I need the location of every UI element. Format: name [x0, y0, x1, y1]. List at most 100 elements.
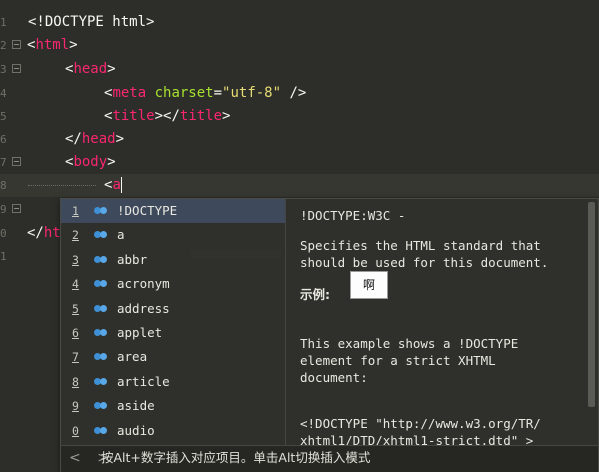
code-string: "utf-8" [222, 85, 282, 101]
autocomplete-item[interactable]: 2a [61, 223, 285, 247]
doc-scrollbar[interactable] [586, 199, 597, 445]
item-label: abbr [117, 251, 148, 267]
item-shortcut-number: 0 [72, 423, 79, 438]
code-line-4[interactable]: 4 <meta charset="utf-8" /> [0, 82, 599, 105]
item-shortcut-number: 1 [72, 204, 79, 218]
code-line-6[interactable]: 6 </head> [0, 128, 599, 151]
item-shortcut-number: 6 [72, 325, 79, 340]
item-label: !DOCTYPE [117, 203, 178, 218]
fold-toggle-icon[interactable] [12, 40, 21, 49]
code-tag: body [73, 154, 108, 170]
code-tag: meta [112, 85, 147, 101]
autocomplete-item[interactable]: 6 applet [61, 321, 285, 345]
code-token: = [213, 85, 223, 101]
code-line-3[interactable]: 3 <head> [0, 58, 599, 81]
autocomplete-item[interactable]: 3 abbr [61, 248, 285, 272]
doc-example-line: <!DOCTYPE "http://www.w3.org/TR/ [300, 416, 541, 431]
code-token: > [107, 154, 116, 170]
autocomplete-item[interactable]: 5 address [61, 297, 285, 321]
code-line-2[interactable]: 2 <html> [0, 34, 599, 57]
item-shortcut-number: 3 [72, 252, 79, 267]
code-token: </ [65, 131, 82, 147]
doctype-text: <!DOCTYPE html> [28, 14, 155, 30]
autocomplete-item[interactable]: 0 audio [61, 419, 285, 443]
line-number: 1 [0, 250, 7, 263]
item-label: article [117, 373, 170, 389]
code-tag: ht [43, 225, 61, 241]
tag-icon [94, 231, 108, 239]
item-label: audio [117, 422, 155, 438]
code-token: ></ [154, 108, 180, 124]
code-tag: title [112, 108, 155, 124]
code-line-7[interactable]: 7 <body> [0, 151, 599, 174]
item-label: a [117, 227, 125, 243]
tag-icon [94, 280, 108, 288]
line-number: 5 [0, 110, 7, 123]
tag-icon [94, 304, 108, 313]
doc-example-heading: 示例: [300, 287, 330, 302]
autocomplete-popup[interactable]: 1 !DOCTYPE 2a 3 abbr 4 acronym 5 address 6 ap… [60, 198, 599, 472]
code-editor[interactable]: 1 <!DOCTYPE html> 2 <html> 3 <head> 4 <m… [0, 0, 599, 472]
line-number: 0 [0, 227, 7, 240]
code-line-1[interactable]: 1 <!DOCTYPE html> [0, 11, 599, 34]
code-tag: head [73, 61, 108, 77]
doc-title: !DOCTYPE:W3C - [300, 208, 406, 223]
code-attr: charset [146, 85, 214, 101]
code-tag: html [35, 37, 70, 53]
tag-icon [94, 426, 108, 435]
item-shortcut-number: 2 [72, 228, 79, 243]
line-number: 4 [0, 87, 7, 100]
tag-icon [94, 255, 108, 264]
code-line-8[interactable]: 8 <a [0, 174, 599, 197]
item-shortcut-number: 9 [72, 399, 79, 414]
autocomplete-item[interactable]: 4 acronym [61, 272, 285, 296]
line-number: 3 [0, 63, 7, 76]
scrollbar-thumb[interactable] [588, 202, 595, 407]
doc-description-line: should be used for this document. [300, 255, 549, 270]
text-cursor [120, 177, 122, 193]
code-token: > [107, 61, 116, 77]
autocomplete-item[interactable]: 9 aside [61, 394, 285, 418]
line-number: 6 [0, 133, 7, 146]
ime-tooltip: 啊 [350, 271, 388, 299]
code-tag: a [112, 177, 121, 193]
item-label: address [117, 300, 170, 316]
item-label: acronym [117, 276, 170, 292]
item-shortcut-number: 7 [72, 350, 79, 365]
autocomplete-item[interactable]: 1 !DOCTYPE [61, 199, 285, 224]
line-number: 1 [0, 16, 7, 29]
item-label: aside [117, 398, 155, 414]
item-shortcut-number: 5 [72, 301, 79, 316]
doc-example-line: element for a strict XHTML [300, 353, 496, 368]
autocomplete-item[interactable]: 7 area [61, 345, 285, 369]
line-number: 2 [0, 39, 7, 52]
code-token: </ [27, 225, 44, 241]
code-token: > [69, 37, 78, 53]
item-label: area [117, 349, 148, 365]
status-hint-text: 按Alt+数字插入对应项目。单击Alt切换插入模式 [101, 450, 371, 465]
fold-toggle-icon[interactable] [12, 157, 21, 166]
doc-example-line: xhtml1/DTD/xhtml1-strict.dtd" > [300, 433, 534, 445]
code-tag: head [81, 131, 116, 147]
indent-guide [28, 185, 96, 186]
documentation-panel: !DOCTYPE:W3C - Specifies the HTML standa… [286, 199, 586, 445]
doc-example-line: This example shows a !DOCTYPE [300, 336, 519, 351]
autocomplete-item[interactable]: 8 article [61, 370, 285, 394]
item-shortcut-number: 4 [72, 277, 79, 292]
line-number: 8 [0, 179, 7, 192]
code-tag: title [179, 108, 223, 124]
code-token: > [222, 108, 231, 124]
fold-toggle-icon[interactable] [12, 64, 21, 73]
item-label: applet [117, 324, 163, 340]
tag-icon [94, 328, 108, 337]
code-token: > [115, 131, 125, 147]
tag-icon [94, 377, 108, 386]
tag-icon [94, 353, 108, 361]
code-line-5[interactable]: 5 <title></title> [0, 105, 599, 128]
fold-toggle-icon[interactable] [12, 204, 21, 213]
code-token: /> [281, 85, 307, 101]
doc-description-line: Specifies the HTML standard that [300, 238, 541, 253]
tag-icon [94, 402, 108, 410]
autocomplete-list[interactable]: 1 !DOCTYPE 2a 3 abbr 4 acronym 5 address 6 ap… [61, 199, 285, 445]
tag-icon [94, 207, 108, 215]
